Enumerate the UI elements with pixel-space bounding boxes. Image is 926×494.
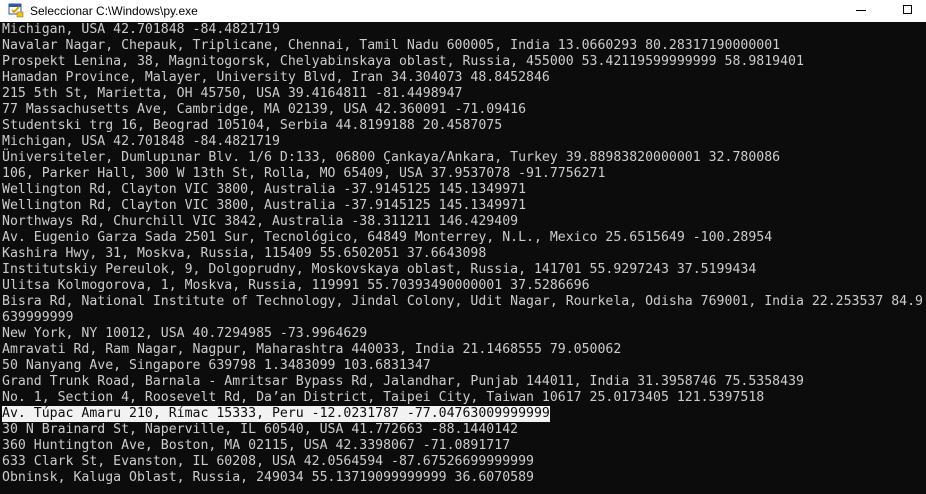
console-output[interactable]: Michigan, USA 42.701848 -84.4821719 Naval… (0, 22, 926, 494)
console-line[interactable]: Hamadan Province, Malayer, University Bl… (2, 70, 550, 86)
console-line[interactable]: Ulitsa Kolmogorova, 1, Moskva, Russia, 1… (2, 278, 590, 294)
selected-console-line[interactable]: Av. Túpac Amaru 210, Rímac 15333, Peru -… (2, 406, 550, 422)
console-line[interactable]: 215 5th St, Marietta, OH 45750, USA 39.4… (2, 86, 463, 102)
console-line[interactable]: Av. Eugenio Garza Sada 2501 Sur, Tecnoló… (2, 230, 772, 246)
console-line[interactable]: Wellington Rd, Clayton VIC 3800, Austral… (2, 182, 526, 198)
maximize-button[interactable] (884, 0, 926, 22)
console-line[interactable]: 77 Massachusetts Ave, Cambridge, MA 0213… (2, 102, 526, 118)
console-line[interactable]: 50 Nanyang Ave, Singapore 639798 1.34830… (2, 358, 431, 374)
console-line[interactable]: 106, Parker Hall, 300 W 13th St, Rolla, … (2, 166, 605, 182)
console-line[interactable]: Prospekt Lenina, 38, Magnitogorsk, Chely… (2, 54, 804, 70)
console-line[interactable]: Northways Rd, Churchill VIC 3842, Austra… (2, 214, 518, 230)
console-line[interactable]: 633 Clark St, Evanston, IL 60208, USA 42… (2, 454, 534, 470)
console-line[interactable]: 360 Huntington Ave, Boston, MA 02115, US… (2, 438, 510, 454)
console-line[interactable]: New York, NY 10012, USA 40.7294985 -73.9… (2, 326, 367, 342)
console-line[interactable]: Bisra Rd, National Institute of Technolo… (2, 294, 923, 310)
console-line[interactable]: Wellington Rd, Clayton VIC 3800, Austral… (2, 198, 526, 214)
console-line[interactable]: Amravati Rd, Ram Nagar, Nagpur, Maharash… (2, 342, 621, 358)
console-line[interactable]: Üniversiteler, Dumlupınar Blv. 1/6 D:133… (2, 150, 780, 166)
python-launcher-icon (8, 2, 24, 18)
console-line[interactable]: No. 1, Section 4, Roosevelt Rd, Da’an Di… (2, 390, 764, 406)
console-line[interactable]: Navalar Nagar, Chepauk, Triplicane, Chen… (2, 38, 780, 54)
console-line[interactable]: Studentski trg 16, Beograd 105104, Serbi… (2, 118, 502, 134)
minimize-button[interactable] (838, 0, 884, 22)
console-line[interactable]: Kashira Hwy, 31, Moskva, Russia, 115409 … (2, 246, 486, 262)
console-line[interactable]: Michigan, USA 42.701848 -84.4821719 (2, 22, 280, 38)
console-line[interactable]: Grand Trunk Road, Barnala - Amritsar Byp… (2, 374, 804, 390)
window-title: Seleccionar C:\Windows\py.exe (30, 4, 198, 18)
window-titlebar[interactable]: Seleccionar C:\Windows\py.exe (0, 0, 926, 22)
console-line[interactable]: Obninsk, Kaluga Oblast, Russia, 249034 5… (2, 470, 534, 486)
console-line[interactable]: Institutskiy Pereulok, 9, Dolgoprudny, M… (2, 262, 756, 278)
console-line[interactable]: 639999999 (2, 310, 73, 326)
console-line[interactable]: Michigan, USA 42.701848 -84.4821719 (2, 134, 280, 150)
console-line[interactable]: 30 N Brainard St, Naperville, IL 60540, … (2, 422, 518, 438)
